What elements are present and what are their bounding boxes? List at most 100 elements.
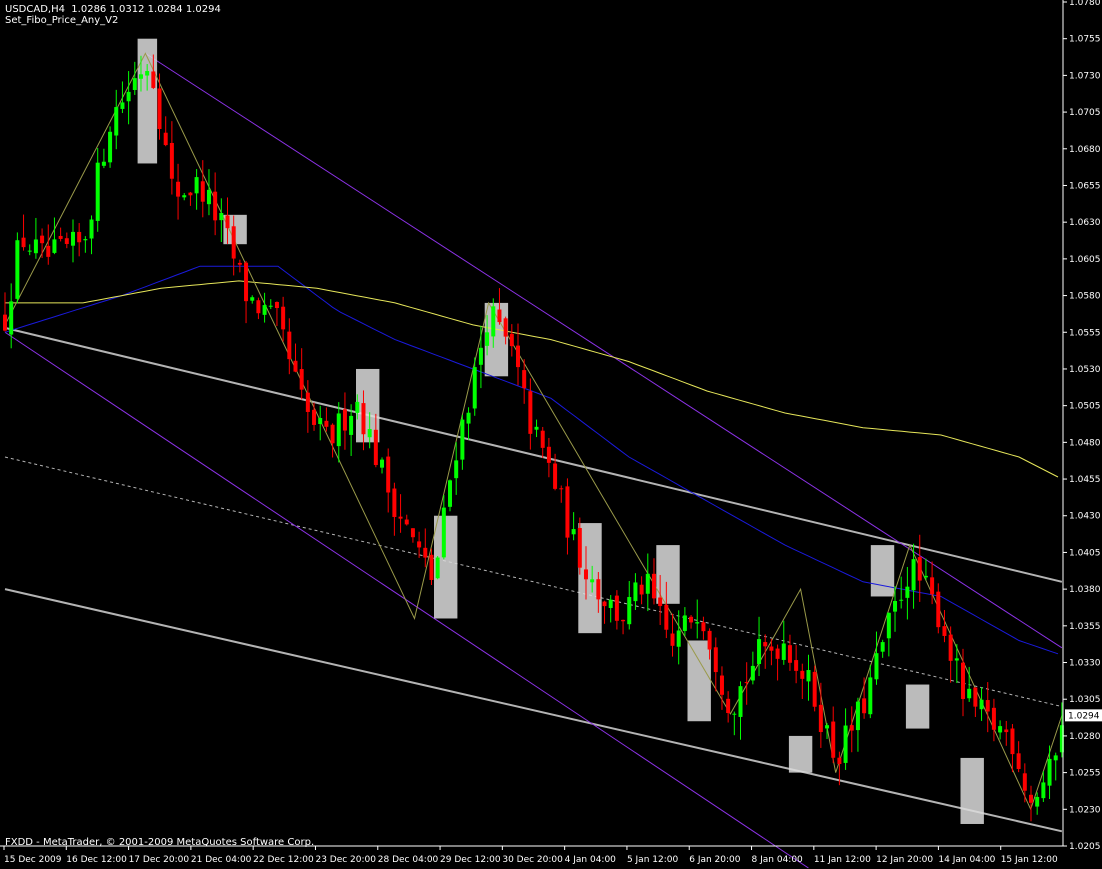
x-tick-label: 6 Jan 20:00 (689, 855, 741, 865)
x-tick-label: 8 Jan 04:00 (752, 855, 804, 865)
candle-body (70, 231, 75, 246)
candle-body (874, 653, 879, 680)
candle-body (336, 413, 341, 447)
candle-body (775, 648, 780, 659)
candle-body (769, 646, 774, 651)
candle-body (342, 409, 347, 431)
candle-body (355, 401, 360, 413)
candle-body (1010, 728, 1015, 755)
candle-body (404, 519, 409, 525)
candle (15, 232, 20, 304)
candle-body (831, 721, 836, 758)
y-tick-label: 1.0580 (1069, 292, 1101, 302)
candle-body (750, 665, 755, 681)
candle (435, 555, 440, 580)
y-tick-label: 1.0430 (1069, 512, 1101, 522)
candle-body (262, 305, 267, 315)
candle-body (713, 647, 718, 673)
x-tick-label: 11 Jan 12:00 (814, 855, 871, 865)
y-tick-label: 1.0755 (1069, 35, 1101, 45)
candle-body (392, 488, 397, 517)
y-tick-label: 1.0780 (1069, 0, 1101, 8)
candle-body (1035, 796, 1040, 807)
price-chart[interactable]: 1.0780 1.0755 1.0730 1.0705 1.0680 1.0655 1.06… (0, 0, 1102, 869)
candle-body (1047, 758, 1052, 786)
candle-body (583, 569, 588, 580)
candle-body (305, 392, 310, 412)
candle-body (825, 725, 830, 729)
candle-body (410, 528, 415, 538)
candle-body (627, 597, 632, 625)
candle-body (312, 409, 317, 425)
copyright-text: FXDD - MetaTrader, © 2001-2009 MetaQuote… (5, 837, 315, 848)
candle-body (670, 633, 675, 646)
candle-body (503, 318, 508, 337)
candle-body (182, 195, 187, 198)
candle-body (509, 333, 514, 347)
candle-body (911, 559, 916, 591)
candle-body (794, 660, 799, 671)
candle-body (380, 459, 385, 468)
candle-body (855, 701, 860, 731)
candle-body (534, 426, 539, 430)
candle-body (1016, 753, 1021, 769)
candle-body (639, 584, 644, 595)
candle-body (349, 415, 354, 435)
x-tick-label: 15 Dec 2009 (4, 855, 62, 865)
candle-body (256, 300, 261, 314)
candle-body (559, 488, 564, 490)
candle-body (373, 429, 378, 466)
candle-body (176, 181, 181, 197)
highlight-box-11 (960, 757, 984, 824)
y-tick-label: 1.0605 (1069, 255, 1101, 265)
x-tick-label: 21 Dec 04:00 (191, 855, 252, 865)
candle-body (862, 698, 867, 714)
x-tick-label: 23 Dec 20:00 (315, 855, 376, 865)
highlight-box-8 (788, 735, 813, 773)
candle-body (565, 486, 570, 538)
candle-body (553, 463, 558, 489)
y-tick-label: 1.0705 (1069, 108, 1101, 118)
candle-body (961, 662, 966, 699)
x-tick-label: 16 Dec 12:00 (66, 855, 127, 865)
candle-body (95, 162, 100, 221)
candle (812, 665, 817, 712)
candle-body (528, 391, 533, 434)
candle-body (448, 480, 453, 507)
candle-body (843, 725, 848, 763)
candle-body (954, 658, 959, 661)
candle-body (151, 71, 156, 88)
candle-body (40, 235, 45, 244)
candle-body (893, 600, 898, 612)
x-tick-label: 29 Dec 12:00 (440, 855, 501, 865)
candle-body (917, 557, 922, 581)
y-tick-label: 1.0280 (1069, 732, 1101, 742)
candle-body (231, 226, 236, 259)
y-tick-label: 1.0680 (1069, 145, 1101, 155)
candle-body (763, 642, 768, 647)
y-tick-label: 1.0305 (1069, 695, 1101, 705)
candle-body (21, 237, 26, 248)
candle-body (330, 424, 335, 444)
candle-body (466, 412, 471, 424)
candle-body (77, 231, 82, 243)
x-tick-label: 14 Jan 04:00 (938, 855, 995, 865)
candle-body (460, 419, 465, 460)
candle-body (689, 616, 694, 623)
candle-body (651, 573, 656, 599)
candle-body (923, 575, 928, 578)
candle-body (732, 713, 737, 715)
candle-body (250, 297, 255, 301)
candle-body (664, 604, 669, 630)
candle-body (219, 212, 224, 221)
candle-body (58, 235, 63, 239)
y-tick-label: 1.0205 (1069, 842, 1101, 852)
candle-body (757, 639, 762, 665)
candle-body (979, 699, 984, 710)
candle-body (645, 573, 650, 594)
candle-body (936, 591, 941, 628)
candle-body (880, 642, 885, 652)
candle-body (318, 418, 323, 424)
candle-body (157, 88, 162, 130)
candle-body (89, 219, 94, 239)
